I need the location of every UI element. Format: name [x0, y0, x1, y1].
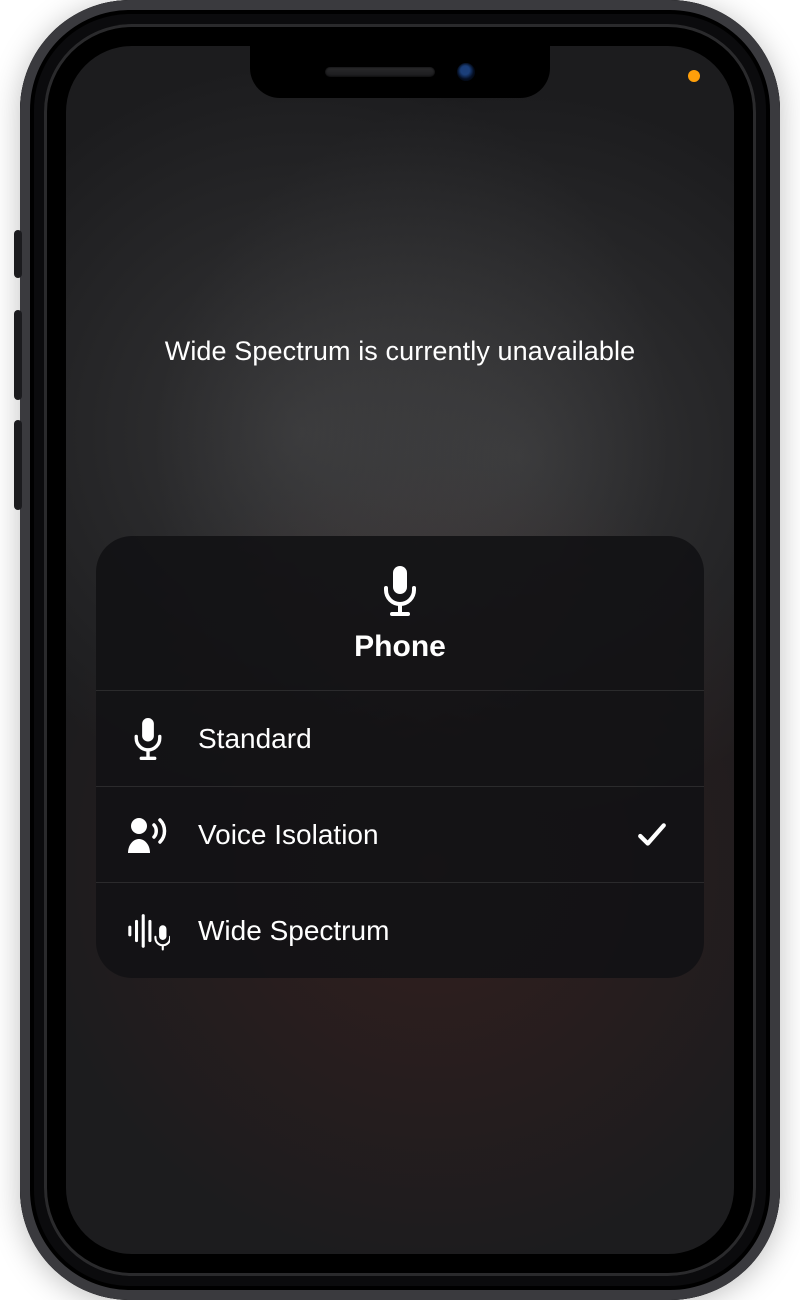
- option-label: Wide Spectrum: [198, 915, 610, 947]
- volume-up-button[interactable]: [14, 310, 22, 400]
- status-toast: Wide Spectrum is currently unavailable: [66, 336, 734, 367]
- panel-title: Phone: [354, 630, 446, 664]
- option-label: Standard: [198, 723, 610, 755]
- microphone-icon: [126, 718, 170, 760]
- front-camera: [457, 63, 475, 81]
- checkmark-icon: [636, 819, 668, 851]
- panel-header: Phone: [96, 536, 704, 690]
- volume-down-button[interactable]: [14, 420, 22, 510]
- voice-isolation-icon: [126, 815, 170, 855]
- option-label: Voice Isolation: [198, 819, 608, 851]
- mic-mode-option-voice-isolation[interactable]: Voice Isolation: [96, 786, 704, 882]
- earpiece-speaker: [325, 67, 435, 77]
- mute-switch[interactable]: [14, 230, 22, 278]
- phone-frame: Wide Spectrum is currently unavailable P…: [20, 0, 780, 1300]
- notch: [250, 46, 550, 98]
- mic-mode-panel: Phone Standard: [96, 536, 704, 978]
- wide-spectrum-icon: [126, 911, 170, 951]
- microphone-indicator-dot: [688, 70, 700, 82]
- mic-mode-option-standard[interactable]: Standard: [96, 690, 704, 786]
- mic-mode-option-wide-spectrum[interactable]: Wide Spectrum: [96, 882, 704, 978]
- microphone-icon: [381, 566, 419, 616]
